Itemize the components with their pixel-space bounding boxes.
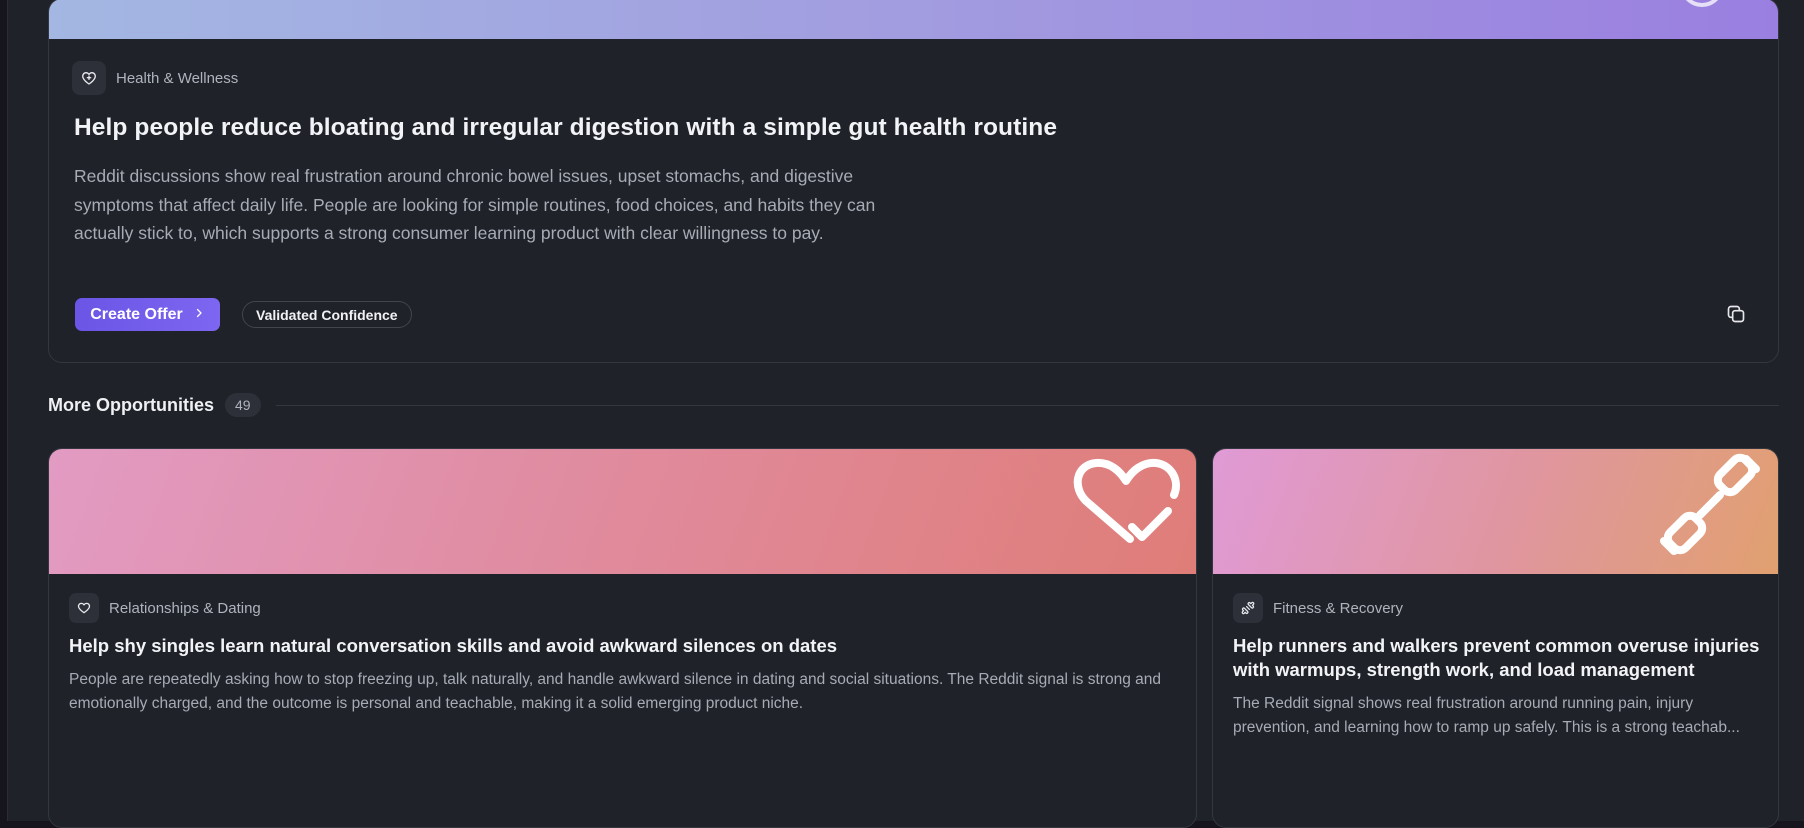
card-title: Help shy singles learn natural conversat…	[69, 635, 838, 656]
card-description-line-2: prevention, and learning how to ramp up …	[1233, 719, 1740, 736]
heart-check-icon	[1070, 457, 1182, 558]
section-title: More Opportunities	[48, 394, 214, 415]
chevron-right-icon	[193, 306, 205, 324]
main-content: Health & Wellness Help people reduce blo…	[7, 0, 1804, 828]
banner-decoration-icon	[1680, 0, 1724, 7]
card-banner	[49, 449, 1196, 574]
dumbbell-icon	[1658, 453, 1762, 562]
featured-category: Health & Wellness	[72, 61, 238, 95]
featured-banner	[49, 0, 1778, 39]
heart-shield-icon	[72, 61, 106, 95]
card-category: Relationships & Dating	[69, 593, 261, 623]
card-category: Fitness & Recovery	[1233, 593, 1403, 623]
opportunity-card-relationships[interactable]: Relationships & Dating Help shy singles …	[48, 448, 1197, 828]
card-banner	[1213, 449, 1778, 574]
create-offer-label: Create Offer	[90, 305, 183, 323]
category-label: Relationships & Dating	[109, 599, 261, 617]
count-badge: 49	[225, 393, 261, 417]
category-label: Health & Wellness	[116, 69, 239, 87]
featured-title: Help people reduce bloating and irregula…	[74, 114, 1058, 141]
card-title: Help runners and walkers prevent common …	[1233, 635, 1760, 680]
heart-icon	[69, 593, 99, 623]
more-opportunities-header: More Opportunities 49	[48, 392, 1779, 418]
opportunity-card-fitness[interactable]: Fitness & Recovery Help runners and walk…	[1212, 448, 1779, 828]
dumbbell-icon	[1233, 593, 1263, 623]
copy-button[interactable]	[1724, 304, 1748, 328]
featured-description: Reddit discussions show real frustration…	[74, 166, 876, 243]
create-offer-button[interactable]: Create Offer	[75, 298, 220, 331]
section-divider	[275, 404, 1779, 406]
featured-opportunity-card[interactable]: Health & Wellness Help people reduce blo…	[48, 0, 1779, 363]
category-label: Fitness & Recovery	[1273, 599, 1404, 617]
card-description: People are repeatedly asking how to stop…	[69, 671, 1161, 712]
card-description-line-1: The Reddit signal shows real frustration…	[1233, 695, 1694, 712]
confidence-badge: Validated Confidence	[242, 301, 412, 328]
copy-icon	[1726, 304, 1746, 329]
